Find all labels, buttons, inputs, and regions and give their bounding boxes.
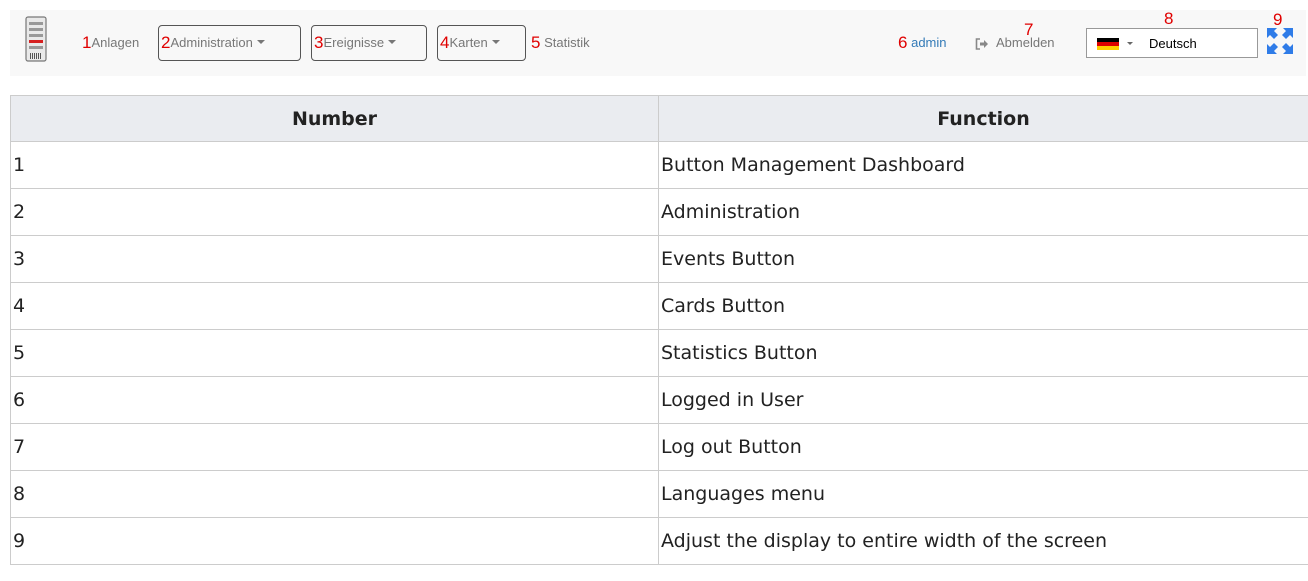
- header-function: Function: [658, 95, 1308, 142]
- table-row: 6 Logged in User: [10, 376, 1308, 424]
- marker-7: 7: [1024, 20, 1034, 39]
- cell-function: Cards Button: [658, 282, 1308, 330]
- cell-number: 2: [10, 188, 659, 236]
- cell-number: 9: [10, 517, 659, 565]
- language-label: Deutsch: [1149, 36, 1197, 51]
- karten-dropdown[interactable]: 4Karten: [437, 25, 526, 61]
- table-row: 9 Adjust the display to entire width of t…: [10, 517, 1308, 565]
- cell-number: 6: [10, 376, 659, 424]
- ereignisse-dropdown[interactable]: 3Ereignisse: [311, 25, 427, 61]
- cell-function: Events Button: [658, 235, 1308, 283]
- function-table: Number Function 1 Button Management Dashb…: [10, 95, 1308, 565]
- cell-function: Adjust the display to entire width of th…: [658, 517, 1308, 565]
- nav-user[interactable]: 6 admin: [898, 33, 947, 52]
- cell-function: Languages menu: [658, 470, 1308, 518]
- table-row: 1 Button Management Dashboard: [10, 141, 1308, 189]
- language-select[interactable]: Deutsch: [1086, 28, 1258, 58]
- cell-number: 7: [10, 423, 659, 471]
- marker-5: 5: [531, 33, 541, 52]
- marker-8: 8: [1164, 9, 1174, 28]
- table-row: 5 Statistics Button: [10, 329, 1308, 377]
- cell-number: 4: [10, 282, 659, 330]
- cell-function: Statistics Button: [658, 329, 1308, 377]
- administration-label: Administration: [170, 35, 253, 50]
- nav-statistik[interactable]: 5 Statistik: [531, 33, 590, 52]
- nav-statistik-label: Statistik: [544, 35, 590, 50]
- caret-down-icon: [388, 40, 397, 44]
- nav-anlagen-label: Anlagen: [91, 35, 140, 50]
- table-row: 2 Administration: [10, 188, 1308, 236]
- nav-anlagen[interactable]: 1Anlagen: [82, 34, 140, 51]
- expand-arrows-icon[interactable]: [1265, 26, 1295, 56]
- caret-down-icon: [491, 40, 500, 44]
- table-row: 8 Languages menu: [10, 470, 1308, 518]
- karten-label: Karten: [449, 35, 488, 50]
- cell-function: Button Management Dashboard: [658, 141, 1308, 189]
- germany-flag-icon: [1097, 38, 1119, 50]
- table-header-row: Number Function: [10, 95, 1308, 142]
- sign-out-icon[interactable]: [975, 38, 989, 50]
- administration-dropdown[interactable]: 2Administration: [158, 25, 301, 61]
- building-logo-icon[interactable]: [24, 15, 48, 65]
- header-number: Number: [10, 95, 659, 142]
- cell-number: 5: [10, 329, 659, 377]
- caret-down-icon: [1127, 42, 1133, 45]
- cell-number: 8: [10, 470, 659, 518]
- cell-number: 3: [10, 235, 659, 283]
- table-row: 4 Cards Button: [10, 282, 1308, 330]
- ereignisse-label: Ereignisse: [323, 35, 385, 50]
- caret-down-icon: [256, 40, 265, 44]
- user-link[interactable]: admin: [911, 35, 946, 50]
- cell-function: Log out Button: [658, 423, 1308, 471]
- table-row: 3 Events Button: [10, 235, 1308, 283]
- cell-function: Administration: [658, 188, 1308, 236]
- navbar-screenshot: 1Anlagen 2Administration 3Ereignisse 4Ka…: [10, 10, 1306, 76]
- cell-number: 1: [10, 141, 659, 189]
- table-row: 7 Log out Button: [10, 423, 1308, 471]
- marker-6: 6: [898, 33, 908, 52]
- cell-function: Logged in User: [658, 376, 1308, 424]
